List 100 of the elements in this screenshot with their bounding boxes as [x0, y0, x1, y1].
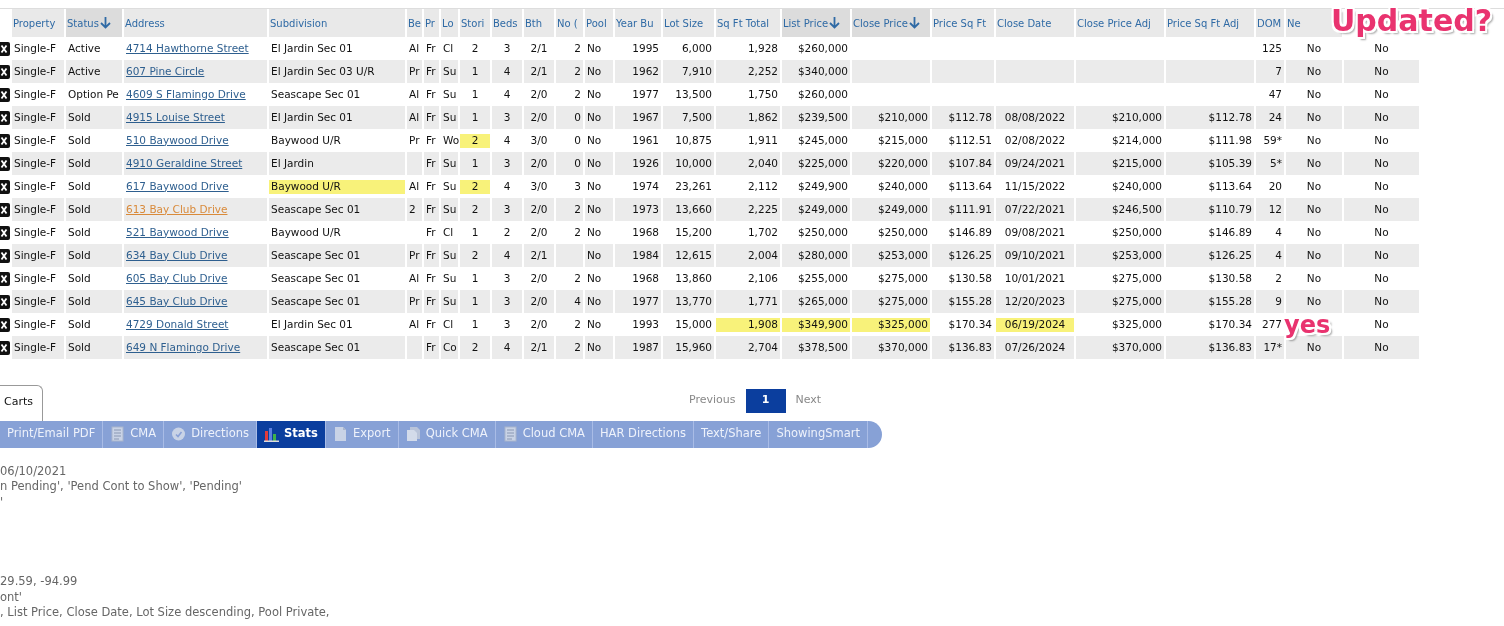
column-header[interactable]: Lo	[441, 9, 458, 37]
address-link[interactable]: 4729 Donald Street	[126, 317, 229, 330]
column-header[interactable]: No (	[556, 9, 583, 37]
table-cell-text: 277	[1260, 316, 1283, 332]
address-link[interactable]: 510 Baywood Drive	[126, 133, 229, 146]
table-cell-text: Wo	[442, 132, 458, 148]
remove-icon[interactable]	[0, 317, 10, 332]
address-link[interactable]: 4714 Hawthorne Street	[126, 41, 249, 54]
sort-arrow-icon	[99, 15, 111, 29]
column-header[interactable]: Pool	[585, 9, 613, 37]
remove-icon[interactable]	[0, 248, 10, 263]
table-cell-text: $260,000	[796, 86, 849, 102]
column-header[interactable]: Price Sq Ft	[932, 9, 994, 37]
remove-icon[interactable]	[0, 340, 10, 355]
table-cell: 4	[1256, 244, 1284, 267]
table-cell-text: 3/0	[529, 178, 549, 194]
table-cell: Single-F	[12, 106, 64, 129]
remove-icon[interactable]	[0, 41, 10, 56]
column-header[interactable]: Price Sq Ft Adj	[1166, 9, 1254, 37]
table-cell: Fr	[424, 290, 439, 313]
table-cell-text: $260,000	[796, 40, 849, 56]
table-cell-text: $255,000	[796, 270, 849, 286]
table-cell: 12,615	[663, 244, 714, 267]
table-cell-text: $250,000	[1110, 224, 1163, 240]
table-cell: Fr	[424, 106, 439, 129]
remove-icon[interactable]	[0, 64, 10, 79]
table-cell-text: No	[1305, 40, 1323, 56]
table-cell-text: 1,702	[746, 224, 779, 240]
table-cell: 0	[556, 106, 583, 129]
table-cell-text: No	[1373, 40, 1390, 56]
table-cell: No	[1286, 152, 1342, 175]
column-header[interactable]: List Price	[782, 9, 850, 37]
table-cell-text: $130.58	[1207, 270, 1253, 286]
table-cell-text: 15,000	[674, 316, 713, 332]
column-header[interactable]: Subdivision	[269, 9, 405, 37]
table-cell: 4	[556, 290, 583, 313]
column-header[interactable]: Beds	[492, 9, 522, 37]
column-header[interactable]: Close Date	[996, 9, 1074, 37]
table-cell-text: No	[586, 316, 603, 332]
column-header[interactable]: Status	[66, 9, 122, 37]
address-link[interactable]: 521 Baywood Drive	[126, 225, 229, 238]
table-cell: $280,000	[782, 244, 850, 267]
toolbar-button[interactable]: Stats	[257, 420, 326, 448]
table-cell: No	[585, 290, 613, 313]
column-header[interactable]: Property	[12, 9, 64, 37]
column-header[interactable]: Pr	[424, 9, 439, 37]
column-header[interactable]: DOM	[1256, 9, 1284, 37]
table-cell: $105.39	[1166, 152, 1254, 175]
column-header[interactable]: Close Price Adj	[1076, 9, 1164, 37]
page-button[interactable]: 1	[745, 388, 786, 413]
table-cell-text: 20	[1267, 178, 1283, 194]
table-cell-text: Al	[408, 178, 421, 194]
column-header[interactable]: Bth	[524, 9, 554, 37]
table-cell: 1987	[615, 336, 661, 359]
column-header[interactable]: Address	[124, 9, 267, 37]
table-cell: $155.28	[1166, 290, 1254, 313]
remove-icon[interactable]	[0, 271, 10, 286]
address-link[interactable]: 617 Baywood Drive	[126, 179, 229, 192]
remove-icon[interactable]	[0, 110, 10, 125]
remove-icon[interactable]	[0, 225, 10, 240]
table-cell: $275,000	[852, 290, 930, 313]
column-header[interactable]: Year Bu	[615, 9, 661, 37]
column-header[interactable]: Lot Size	[663, 9, 714, 37]
table-cell: 0	[556, 152, 583, 175]
remove-icon[interactable]	[0, 87, 10, 102]
remove-icon[interactable]	[0, 156, 10, 171]
sort-arrow-icon	[829, 15, 841, 29]
table-cell-text: Fr	[425, 270, 437, 286]
next-link[interactable]: Next	[791, 392, 826, 409]
column-header[interactable]: Stori	[460, 9, 490, 37]
address-link[interactable]: 605 Bay Club Drive	[126, 271, 228, 284]
table-cell-text: 1,911	[746, 132, 779, 148]
column-header[interactable]: Close Price	[852, 9, 930, 37]
table-cell-text: $245,000	[796, 132, 849, 148]
column-header[interactable]: Be	[407, 9, 422, 37]
column-header[interactable]: Sq Ft Total	[716, 9, 780, 37]
address-link[interactable]: 4609 S Flamingo Drive	[126, 87, 246, 100]
table-cell-text: $250,000	[876, 224, 929, 240]
table-cell-text: Cl	[442, 316, 455, 332]
table-cell: $225,000	[782, 152, 850, 175]
previous-link[interactable]: Previous	[685, 392, 740, 409]
table-cell: 13,770	[663, 290, 714, 313]
remove-icon[interactable]	[0, 133, 10, 148]
table-cell: $111.91	[932, 198, 994, 221]
table-cell: 15,960	[663, 336, 714, 359]
table-cell: Sold	[66, 336, 122, 359]
table-cell: 2,704	[716, 336, 780, 359]
table-cell-text: Fr	[425, 132, 437, 148]
table-cell: No	[1286, 290, 1342, 313]
remove-icon[interactable]	[0, 202, 10, 217]
tab[interactable]: Carts	[0, 385, 43, 421]
table-cell: 2,225	[716, 198, 780, 221]
table-cell: 4	[492, 244, 522, 267]
table-cell: 2/0	[524, 198, 554, 221]
remove-icon[interactable]	[0, 294, 10, 309]
disc-icon	[171, 426, 187, 442]
table-cell: Su	[441, 198, 458, 221]
table-cell-text: $214,000	[1110, 132, 1163, 148]
table-cell: Fr	[424, 244, 439, 267]
remove-icon[interactable]	[0, 179, 10, 194]
